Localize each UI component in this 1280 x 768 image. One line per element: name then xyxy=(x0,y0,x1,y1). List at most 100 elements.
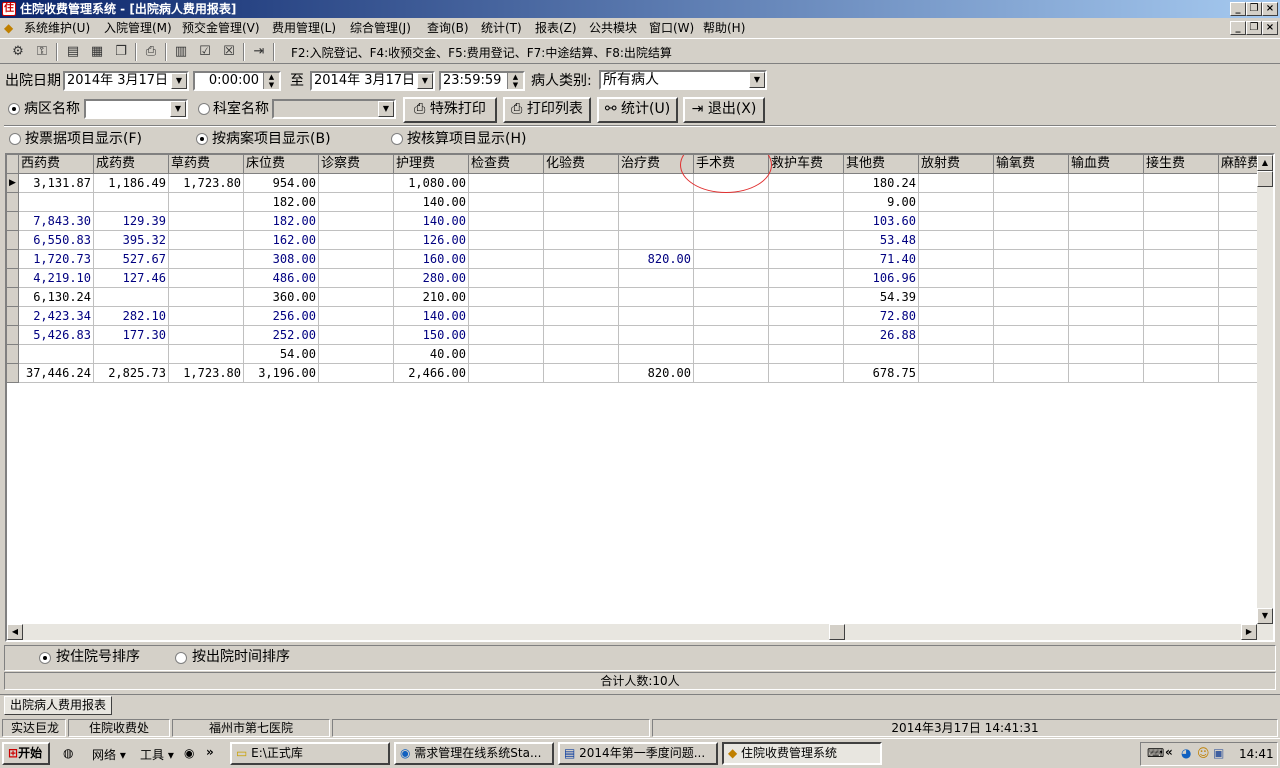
table-cell[interactable]: 72.80 xyxy=(844,307,919,326)
table-cell[interactable]: 1,080.00 xyxy=(394,174,469,193)
table-cell[interactable] xyxy=(919,212,994,231)
total-cell[interactable] xyxy=(919,364,994,383)
table-cell[interactable] xyxy=(919,288,994,307)
chevron-down-icon[interactable]: ▼ xyxy=(170,101,186,117)
table-cell[interactable] xyxy=(1144,269,1219,288)
date-to-picker[interactable]: 2014年 3月17日 ▼ xyxy=(310,71,435,91)
column-header[interactable]: 其他费 xyxy=(844,155,919,174)
table-cell[interactable]: 486.00 xyxy=(244,269,319,288)
table-cell[interactable] xyxy=(544,212,619,231)
table-cell[interactable] xyxy=(544,231,619,250)
menu-fees[interactable]: 费用管理(L) xyxy=(272,20,336,36)
table-cell[interactable]: 180.24 xyxy=(844,174,919,193)
column-header[interactable]: 诊察费 xyxy=(319,155,394,174)
table-cell[interactable] xyxy=(994,345,1069,364)
fee-report-grid[interactable]: 西药费 成药费 草药费 床位费 诊察费 护理费 检查费 化验费 治疗费 手术费 救护车费 其他费 放射费… xyxy=(5,153,1275,642)
table-cell[interactable] xyxy=(1069,174,1144,193)
table-cell[interactable]: 6,550.83 xyxy=(19,231,94,250)
minimize-button[interactable]: _ xyxy=(1230,2,1246,16)
table-cell[interactable] xyxy=(844,345,919,364)
mdi-tab-report[interactable]: 出院病人费用报表 xyxy=(4,696,112,715)
table-cell[interactable] xyxy=(919,193,994,212)
row-indicator[interactable] xyxy=(7,307,19,326)
column-header[interactable]: 草药费 xyxy=(169,155,244,174)
row-indicator[interactable] xyxy=(7,345,19,364)
table-cell[interactable] xyxy=(769,345,844,364)
table-cell[interactable] xyxy=(169,250,244,269)
table-cell[interactable] xyxy=(919,326,994,345)
table-cell[interactable] xyxy=(469,269,544,288)
total-cell[interactable] xyxy=(994,364,1069,383)
table-cell[interactable] xyxy=(319,231,394,250)
column-header[interactable]: 输血费 xyxy=(1069,155,1144,174)
table-cell[interactable] xyxy=(994,212,1069,231)
table-cell[interactable] xyxy=(544,307,619,326)
menu-query[interactable]: 查询(B) xyxy=(427,20,469,36)
menu-deposit[interactable]: 预交金管理(V) xyxy=(182,20,260,36)
table-cell[interactable] xyxy=(694,345,769,364)
table-cell[interactable] xyxy=(319,307,394,326)
check-list-icon[interactable]: ☑ xyxy=(195,42,215,62)
table-cell[interactable] xyxy=(619,212,694,231)
stats-button[interactable]: ⚯ 统计(U) xyxy=(597,97,678,123)
table-cell[interactable] xyxy=(319,250,394,269)
total-cell[interactable]: 678.75 xyxy=(844,364,919,383)
table-cell[interactable] xyxy=(994,231,1069,250)
table-cell[interactable] xyxy=(1069,250,1144,269)
row-indicator[interactable] xyxy=(7,288,19,307)
child-minimize-button[interactable]: _ xyxy=(1230,21,1246,35)
total-cell[interactable]: 1,723.80 xyxy=(169,364,244,383)
sort-by-discharge-radio[interactable] xyxy=(175,652,187,664)
table-cell[interactable] xyxy=(319,193,394,212)
total-cell[interactable] xyxy=(694,364,769,383)
table-cell[interactable] xyxy=(544,250,619,269)
table-cell[interactable] xyxy=(1144,345,1219,364)
spin-updown-icon[interactable]: ▲ ▼ xyxy=(507,73,523,89)
table-cell[interactable] xyxy=(544,345,619,364)
document-icon[interactable]: ▤ xyxy=(63,42,83,62)
chevron-right-icon[interactable]: » xyxy=(206,745,214,759)
table-cell[interactable] xyxy=(469,231,544,250)
table-cell[interactable] xyxy=(1144,174,1219,193)
table-cell[interactable]: 7,843.30 xyxy=(19,212,94,231)
task-word[interactable]: ▤ 2014年第一季度问题... xyxy=(558,742,718,765)
table-cell[interactable] xyxy=(994,326,1069,345)
table-cell[interactable]: 177.30 xyxy=(94,326,169,345)
browser-icon[interactable]: ◉ xyxy=(184,746,194,760)
column-header[interactable]: 护理费 xyxy=(394,155,469,174)
table-cell[interactable]: 395.32 xyxy=(94,231,169,250)
table-cell[interactable] xyxy=(1144,212,1219,231)
table-cell[interactable] xyxy=(769,231,844,250)
table-cell[interactable] xyxy=(769,326,844,345)
table-cell[interactable]: 103.60 xyxy=(844,212,919,231)
table-cell[interactable]: 140.00 xyxy=(394,212,469,231)
table-cell[interactable] xyxy=(319,288,394,307)
table-cell[interactable] xyxy=(769,250,844,269)
child-restore-button[interactable]: ❐ xyxy=(1246,21,1262,35)
table-cell[interactable] xyxy=(1144,250,1219,269)
view-by-receipt-radio[interactable] xyxy=(9,133,21,145)
table-cell[interactable] xyxy=(169,288,244,307)
copy-icon[interactable]: ❐ xyxy=(111,42,131,62)
edit-document-icon[interactable]: ▦ xyxy=(87,42,107,62)
table-cell[interactable] xyxy=(919,307,994,326)
spin-updown-icon[interactable]: ▲ ▼ xyxy=(263,73,279,89)
chevron-down-icon[interactable]: ▼ xyxy=(749,72,765,88)
table-cell[interactable] xyxy=(319,326,394,345)
total-cell[interactable]: 3,196.00 xyxy=(244,364,319,383)
table-cell[interactable]: 162.00 xyxy=(244,231,319,250)
close-button[interactable]: × xyxy=(1262,2,1278,16)
messenger-icon[interactable]: ☺ xyxy=(1197,746,1210,760)
table-cell[interactable] xyxy=(994,193,1069,212)
row-indicator[interactable] xyxy=(7,364,19,383)
table-cell[interactable] xyxy=(994,307,1069,326)
table-cell[interactable]: 954.00 xyxy=(244,174,319,193)
network-status-icon[interactable]: ▣ xyxy=(1213,746,1224,760)
table-cell[interactable]: 527.67 xyxy=(94,250,169,269)
patient-type-select[interactable]: 所有病人 ▼ xyxy=(599,70,767,90)
table-cell[interactable] xyxy=(619,307,694,326)
total-cell[interactable]: 2,466.00 xyxy=(394,364,469,383)
table-cell[interactable]: 1,723.80 xyxy=(169,174,244,193)
menu-statistics[interactable]: 统计(T) xyxy=(481,20,522,36)
table-cell[interactable] xyxy=(1069,212,1144,231)
